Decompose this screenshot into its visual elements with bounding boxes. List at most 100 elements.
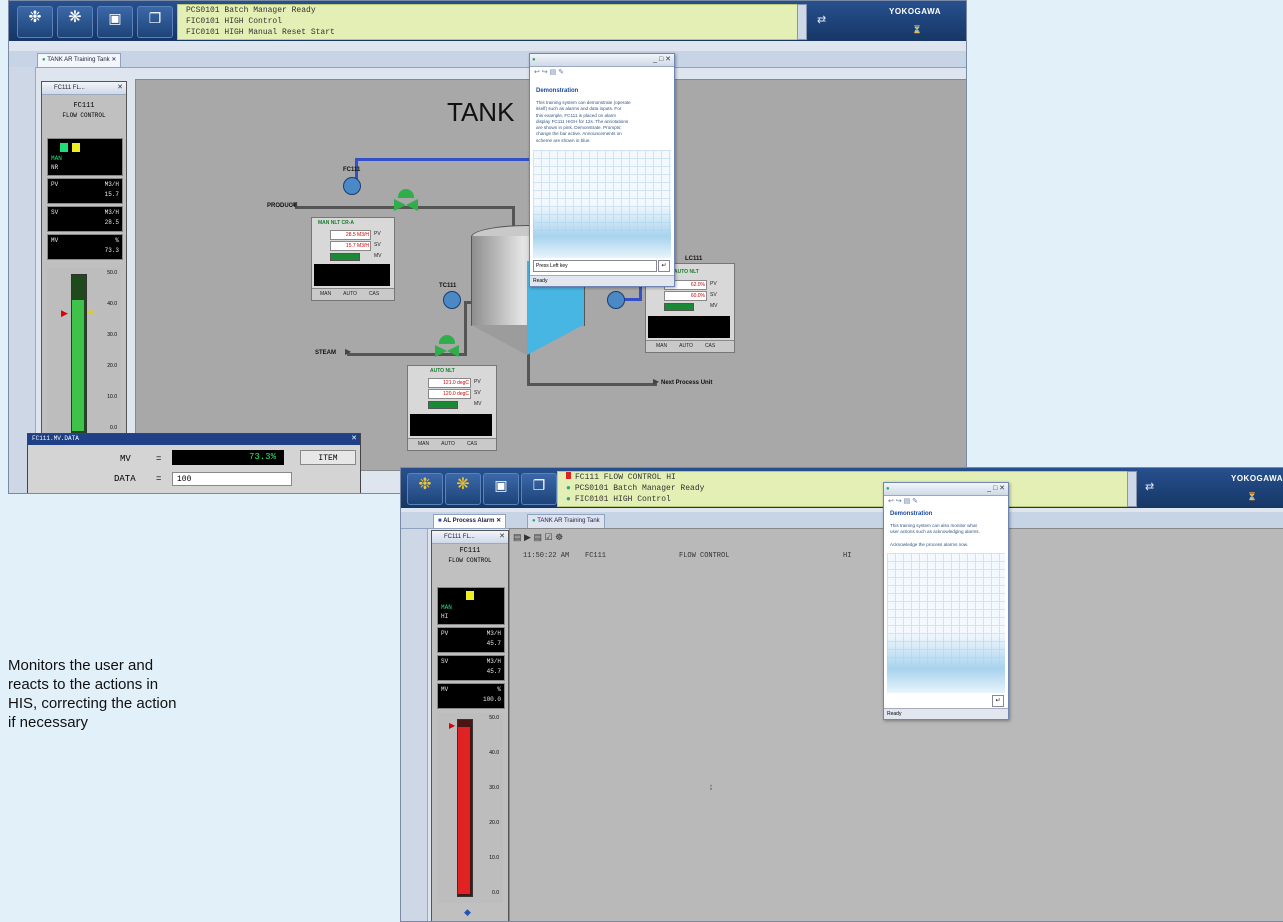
tc111-transmitter-icon[interactable] — [443, 291, 461, 309]
fp-unit: MV — [474, 401, 482, 407]
fp-unit: MV — [374, 253, 382, 259]
sv-value: 45.7 — [486, 668, 501, 675]
close-icon[interactable]: ✕ — [111, 57, 116, 63]
guidance-dropdown-button[interactable]: ↵ — [658, 260, 670, 272]
list-icon[interactable]: ▤ — [533, 532, 542, 542]
tab-process-alarm[interactable]: ■ AL Process Alarm ✕ — [433, 514, 507, 528]
window-tab-bar: ■ AL Process Alarm ✕ ● TANK AR Training … — [401, 512, 1283, 529]
window-switch-button[interactable]: ❐ — [137, 6, 173, 38]
fp-value: 15.7 M3/H — [330, 241, 371, 251]
pv-bar — [458, 727, 470, 894]
system-button[interactable]: ❉ — [407, 473, 443, 505]
clock-icon: ⏳ — [912, 25, 922, 34]
fp-unit: SV — [710, 292, 717, 298]
pv-display[interactable]: PV M3/H 45.7 — [437, 627, 505, 653]
fp-mode-button[interactable]: CAS — [705, 343, 715, 349]
outlet-pipe — [527, 383, 657, 386]
window-tab-bar: ● TANK AR Training Tank ✕ — [9, 51, 966, 68]
process-alarm-button[interactable]: ❋ — [57, 6, 93, 38]
mv-label: MV — [441, 686, 449, 693]
equals-sign: = — [156, 454, 162, 464]
mv-bar — [664, 303, 694, 311]
pv-value: 15.7 — [104, 191, 119, 198]
sv-display[interactable]: SV M3/H 45.7 — [437, 655, 505, 681]
fp-value: 60.0% — [664, 291, 707, 301]
fp-mode-buttons[interactable]: MAN AUTO CAS — [312, 288, 394, 300]
data-entry-dialog[interactable]: FC111.MV.DATA ✕ MV = 73.3% ITEM DATA = 1… — [27, 433, 361, 493]
guidance-window[interactable]: ● _ □ ✕ ↩ ↪ ▤ ✎ Demonstration This traini… — [529, 53, 675, 287]
message-banner[interactable]: PCS0101 Batch Manager Ready FIC0101 HIGH… — [177, 4, 799, 40]
mv-bar — [330, 253, 360, 261]
fp-unit: PV — [374, 231, 381, 237]
pv-display[interactable]: PV M3/H 15.7 — [47, 178, 123, 204]
bar-scale: ▶ 50.0 40.0 30.0 20.0 10.0 0.0 — [437, 713, 503, 903]
temperature-faceplate[interactable]: AUTO NLT 121.0 degC PV 120.0 degC SV MV … — [407, 365, 497, 451]
check-icon[interactable]: ☑ — [545, 532, 553, 542]
scale-label: 20.0 — [489, 820, 499, 826]
fp-mode-button[interactable]: AUTO — [343, 291, 357, 297]
fp-mode-button[interactable]: MAN — [320, 291, 331, 297]
faceplate-tag: FC111 — [73, 102, 95, 110]
operator-guide-button[interactable]: ▣ — [483, 473, 519, 505]
flow-faceplate[interactable]: MAN NLT CR-A 28.5 M3/H PV 15.7 M3/H SV M… — [311, 217, 395, 301]
close-icon[interactable]: ✕ — [496, 518, 501, 524]
fp-unit: PV — [474, 379, 481, 385]
alarm-time: 11:50:22 AM — [523, 552, 570, 560]
close-icon[interactable]: ✕ — [499, 531, 505, 543]
window-controls-icon[interactable]: _ □ ✕ — [987, 483, 1005, 495]
window-controls-icon[interactable]: _ □ ✕ — [653, 54, 671, 66]
faceplate-window[interactable]: FC111 FL... ✕ FC111 FLOW CONTROL MAN HI P… — [431, 530, 509, 921]
lc111-transmitter-icon[interactable] — [607, 291, 625, 309]
tab-tank[interactable]: ● TANK AR Training Tank — [527, 514, 605, 528]
fp-mode-button[interactable]: CAS — [369, 291, 379, 297]
mouse-cursor-icon: ↨ — [709, 782, 713, 791]
data-input[interactable]: 100 — [172, 472, 292, 486]
steam-valve-icon[interactable] — [435, 335, 459, 359]
system-button[interactable]: ❉ — [17, 6, 53, 38]
user-icon[interactable]: ⇄ — [817, 13, 826, 26]
tab-label: TANK AR Training Tank — [47, 57, 110, 63]
control-valve-icon[interactable] — [394, 189, 418, 213]
filter-icon[interactable]: ☸ — [555, 532, 563, 542]
fp-mode-button[interactable]: CAS — [467, 441, 477, 447]
tab-tank[interactable]: ● TANK AR Training Tank ✕ — [37, 53, 122, 67]
play-icon[interactable]: ▶ — [524, 532, 531, 542]
close-icon[interactable]: ✕ — [351, 434, 357, 442]
pv-bar — [72, 300, 84, 431]
alarm-row[interactable]: 11:50:22 AM FC111 FLOW CONTROL HI — [523, 552, 883, 562]
yokogawa-logo: YOKOGAWA — [1231, 474, 1283, 483]
mv-unit: % — [115, 237, 119, 244]
guidance-window[interactable]: ● _ □ ✕ ↩ ↪ ▤ ✎ Demonstration This traini… — [883, 482, 1009, 720]
fp-mode-buttons[interactable]: MAN AUTO CAS — [408, 438, 496, 450]
mv-unit: % — [497, 686, 501, 693]
faceplate-window[interactable]: FC111 FL... ✕ FC111 FLOW CONTROL MAN NR P… — [41, 81, 127, 443]
guidance-dropdown-button[interactable]: ↵ — [992, 695, 1004, 707]
tag-label: TC111 — [439, 283, 457, 289]
alarm-desc: FLOW CONTROL — [679, 552, 730, 560]
fp-mode-button[interactable]: AUTO — [679, 343, 693, 349]
item-button[interactable]: ITEM — [300, 450, 356, 465]
guidance-toolbar: ↩ ↪ ▤ ✎ — [534, 69, 565, 76]
process-alarm-button[interactable]: ❋ — [445, 473, 481, 505]
guidance-input[interactable]: Press Left key — [533, 260, 657, 272]
fp-trend — [314, 264, 390, 286]
fp-mode-button[interactable]: MAN — [656, 343, 667, 349]
operator-guide-button[interactable]: ▣ — [97, 6, 133, 38]
user-icon[interactable]: ⇄ — [1145, 480, 1154, 493]
fp-mode-buttons[interactable]: MAN AUTO CAS — [646, 340, 734, 352]
close-icon[interactable]: ✕ — [117, 82, 123, 94]
fp-unit: SV — [374, 242, 381, 248]
ack-icon[interactable]: ▤ — [513, 532, 522, 542]
fp-mode-button[interactable]: AUTO — [441, 441, 455, 447]
mv-display[interactable]: MV % 73.3 — [47, 234, 123, 260]
message-scrollbar[interactable] — [797, 4, 807, 40]
faceplate-title: FC111 FL... — [54, 85, 85, 91]
faceplate-desc: FLOW CONTROL — [62, 112, 106, 119]
message-scrollbar[interactable] — [1127, 471, 1137, 507]
fp-mode-button[interactable]: MAN — [418, 441, 429, 447]
message-banner[interactable]: FC111 FLOW CONTROL HI ● PCS0101 Batch Man… — [557, 471, 1129, 507]
sv-display[interactable]: SV M3/H 28.5 — [47, 206, 123, 232]
fc111-transmitter-icon[interactable] — [343, 177, 361, 195]
mv-display[interactable]: MV % 100.0 — [437, 683, 505, 709]
window-switch-button[interactable]: ❐ — [521, 473, 557, 505]
